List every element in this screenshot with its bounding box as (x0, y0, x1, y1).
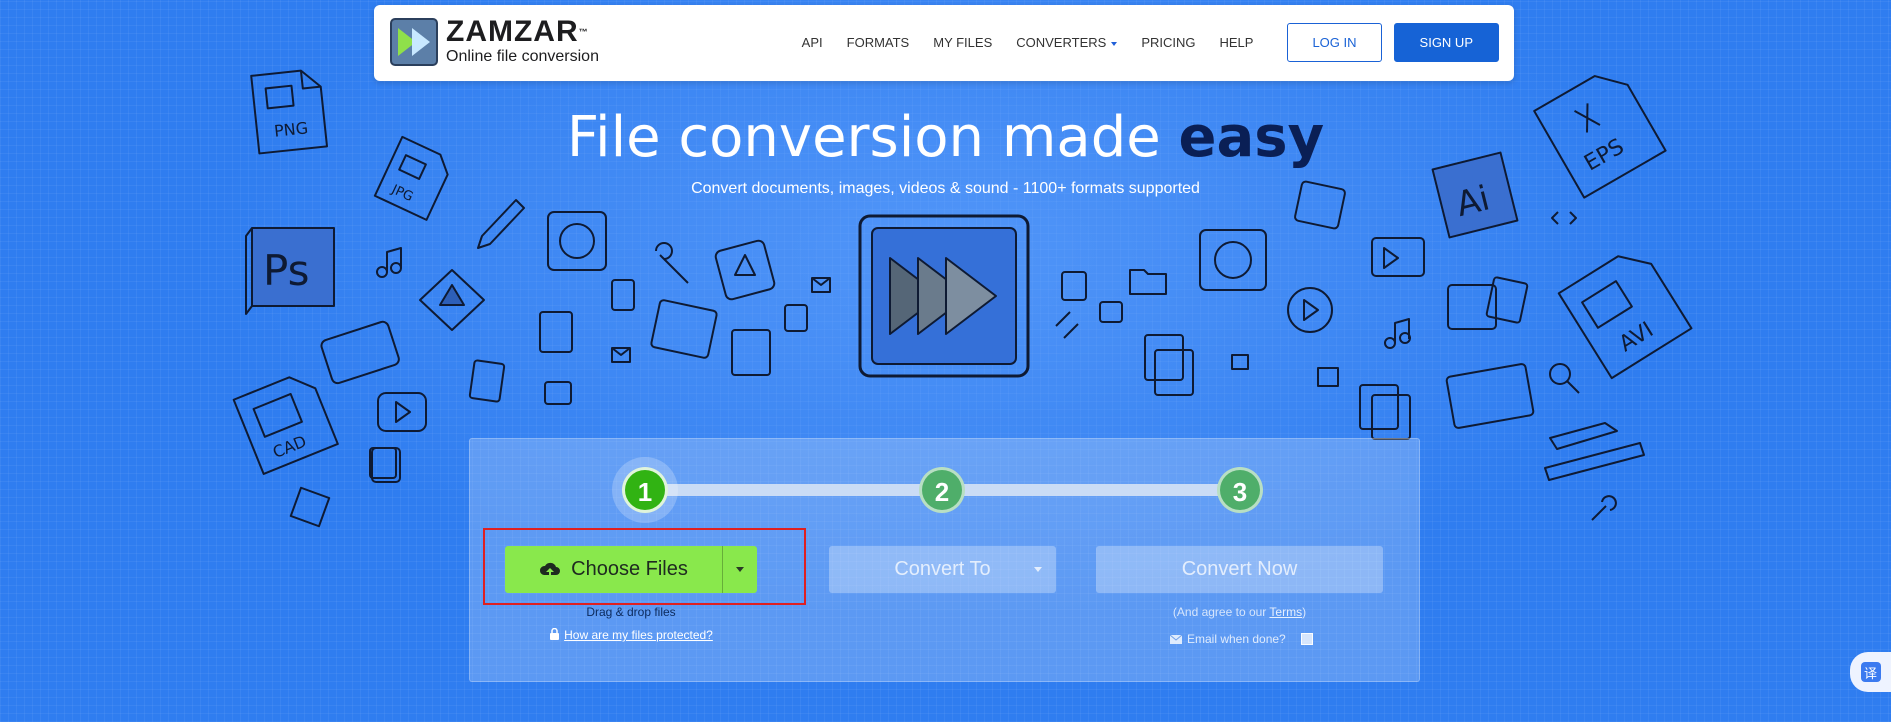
hero-subtitle: Convert documents, images, videos & soun… (691, 180, 1200, 197)
converter-panel: 1 2 3 Choose Files Convert To Convert No… (469, 438, 1420, 682)
email-when-done-checkbox[interactable] (1300, 633, 1313, 645)
terms-agreement: (And agree to our Terms) (1096, 605, 1383, 619)
ruler-icon (1544, 442, 1645, 481)
photoshop-icon: Ps (245, 227, 335, 315)
nav-links: API FORMATS MY FILES CONVERTERS PRICING … (778, 23, 1499, 62)
refresh-tile-icon-right (1199, 229, 1267, 291)
translate-icon: 译 (1860, 662, 1881, 682)
files-protected-row: How are my files protected? (505, 628, 757, 642)
hero-title: File conversion made easy (0, 105, 1891, 170)
choose-files-label: Choose Files (571, 558, 688, 580)
nav-my-files[interactable]: MY FILES (933, 35, 992, 50)
convert-to-select[interactable]: Convert To (829, 546, 1056, 593)
drag-drop-hint: Drag & drop files (586, 605, 676, 619)
video-play-icon (377, 392, 427, 432)
pencil-icon (477, 199, 525, 249)
chevron-down-icon (1111, 41, 1118, 46)
film-strip-icon (650, 299, 718, 359)
refresh-tile-icon (547, 211, 607, 271)
cassette-icon (320, 320, 400, 385)
files-protected-link[interactable]: How are my files protected? (564, 628, 713, 642)
code-icon (1551, 211, 1577, 225)
step-2-indicator: 2 (919, 467, 965, 513)
caret-down-icon (1034, 567, 1042, 572)
email-when-done-row: Email when done? (1170, 632, 1313, 646)
nav-api[interactable]: API (802, 35, 823, 50)
choose-files-dropdown[interactable] (722, 546, 757, 593)
convert-now-button[interactable]: Convert Now (1096, 546, 1383, 593)
svg-text:CAD: CAD (270, 431, 309, 462)
laptop-icon (1445, 363, 1535, 429)
magnifier-icon (1549, 363, 1571, 385)
step-3-indicator: 3 (1217, 467, 1263, 513)
envelope-icon (1170, 634, 1182, 644)
music-note-icon (376, 266, 388, 278)
svg-text:AVI: AVI (1615, 317, 1658, 357)
convert-to-label: Convert To (894, 558, 991, 580)
nav-converters-label: CONVERTERS (1016, 35, 1107, 50)
caret-down-icon (736, 567, 744, 572)
agree-prefix: (And agree to our (1172, 605, 1270, 619)
choose-files-main[interactable]: Choose Files (505, 546, 722, 593)
choose-files-button[interactable]: Choose Files (505, 546, 757, 593)
fast-forward-logo-icon (858, 214, 1030, 378)
email-when-done-label: Email when done? (1187, 632, 1286, 646)
hero-title-main: File conversion made (566, 105, 1179, 170)
photo-frame-icon (1447, 284, 1497, 330)
zamzar-logo[interactable]: ZAMZAR™ Online file conversion (390, 17, 599, 67)
brand-name: ZAMZAR™ (446, 15, 589, 48)
cloud-upload-icon (540, 562, 561, 578)
avi-file-icon: AVI (1557, 255, 1693, 380)
triangle-play-icon (419, 269, 485, 331)
nav-pricing[interactable]: PRICING (1141, 35, 1195, 50)
hero-title-emphasis: easy (1178, 105, 1325, 170)
cad-file-icon: CAD (232, 376, 339, 475)
nav-help[interactable]: HELP (1219, 35, 1253, 50)
brand-tagline: Online file conversion (446, 48, 599, 65)
wrench-icon (655, 242, 689, 284)
zamzar-logo-icon (390, 18, 438, 66)
translate-floating-button[interactable]: 译 (1850, 652, 1891, 692)
terms-link[interactable]: Terms (1269, 605, 1302, 619)
nav-converters[interactable]: CONVERTERS (1016, 35, 1118, 50)
lock-icon (550, 628, 560, 640)
step-1-indicator: 1 (622, 467, 668, 513)
login-button[interactable]: LOG IN (1287, 23, 1382, 62)
svg-text:Ps: Ps (263, 246, 309, 295)
nav-formats[interactable]: FORMATS (847, 35, 910, 50)
top-navbar: ZAMZAR™ Online file conversion API FORMA… (374, 5, 1514, 81)
signup-button[interactable]: SIGN UP (1393, 23, 1499, 62)
agree-suffix: ) (1302, 605, 1307, 619)
